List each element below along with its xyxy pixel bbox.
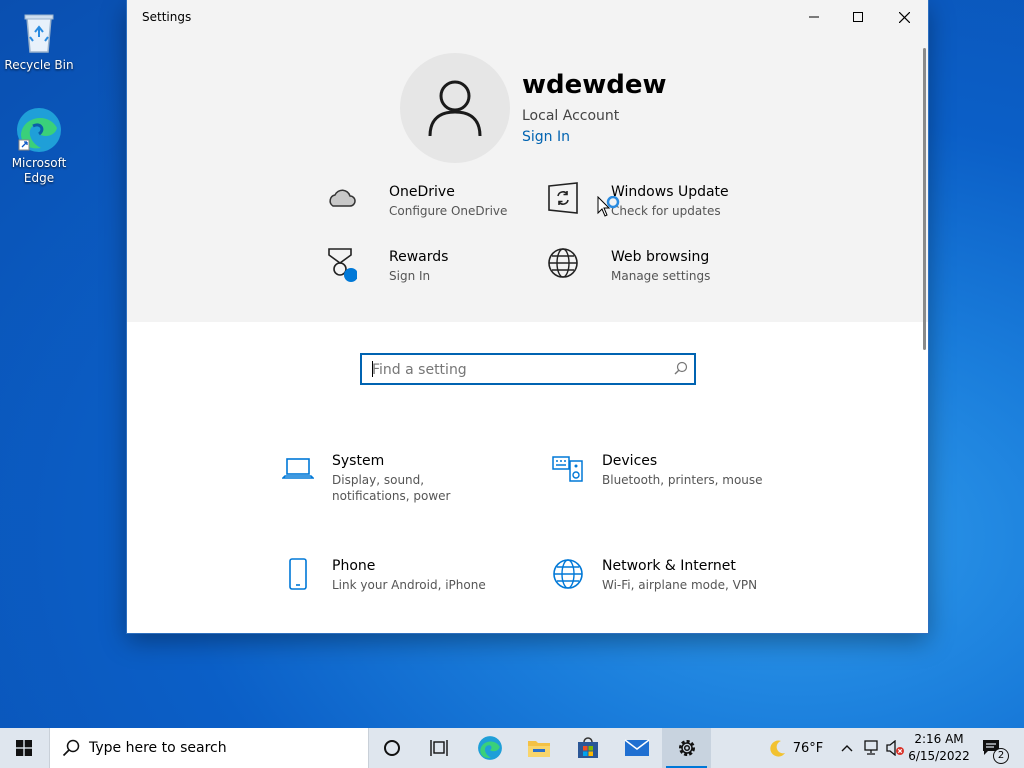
user-icon <box>428 80 482 137</box>
close-icon <box>898 11 910 23</box>
start-button[interactable] <box>0 728 48 768</box>
cortana-button[interactable] <box>368 728 416 768</box>
category-title: Network & Internet <box>602 558 736 574</box>
quick-link-subtitle: Configure OneDrive <box>389 204 508 218</box>
title-bar[interactable]: Settings <box>127 0 928 34</box>
clock-time: 2:16 AM <box>914 732 964 746</box>
keyboard-speaker-icon <box>552 456 583 482</box>
taskbar-mail-button[interactable] <box>613 728 661 768</box>
category-title: Devices <box>602 453 658 469</box>
account-header: wdewdew Local Account Sign In OneDrive C… <box>127 34 928 322</box>
username: wdewdew <box>522 70 667 100</box>
quick-link-title: Rewards <box>389 249 449 265</box>
network-icon <box>864 740 878 755</box>
scrollbar[interactable] <box>923 48 926 350</box>
weather-temperature: 76°F <box>792 740 824 756</box>
network-status-button[interactable] <box>860 728 882 768</box>
quick-link-title: OneDrive <box>389 184 455 200</box>
recycle-bin-icon <box>15 8 63 56</box>
show-hidden-icons-button[interactable] <box>838 728 856 768</box>
windows-logo-icon <box>16 740 32 756</box>
quick-link-subtitle: Sign In <box>389 269 431 283</box>
laptop-icon <box>282 458 314 479</box>
taskbar-clock[interactable]: 2:16 AM 6/15/2022 <box>905 731 973 765</box>
cortana-circle-icon <box>384 740 400 756</box>
taskbar: Type here to search 76°F 2:16 AM 6/15/20… <box>0 728 1024 768</box>
mouse-cursor-icon <box>597 196 620 217</box>
avatar[interactable] <box>400 53 510 163</box>
close-button[interactable] <box>881 0 927 34</box>
taskbar-store-button[interactable] <box>564 728 612 768</box>
category-subtitle: Wi-Fi, airplane mode, VPN <box>602 578 758 592</box>
search-icon[interactable] <box>674 361 688 375</box>
quick-link-onedrive[interactable]: OneDrive Configure OneDrive <box>325 182 535 226</box>
globe-icon <box>548 248 578 278</box>
cloud-icon <box>329 189 356 207</box>
minimize-button[interactable] <box>791 0 837 34</box>
volume-button[interactable] <box>884 728 906 768</box>
task-view-icon <box>430 740 448 756</box>
taskbar-search-box[interactable]: Type here to search <box>49 728 369 768</box>
sign-in-link[interactable]: Sign In <box>522 129 570 145</box>
quick-link-rewards[interactable]: Rewards Sign In <box>325 247 535 291</box>
quick-link-subtitle: Manage settings <box>611 269 711 283</box>
settings-search-input[interactable] <box>370 359 664 381</box>
refresh-icon <box>548 182 578 214</box>
edge-icon <box>15 106 63 154</box>
category-title: System <box>332 453 385 469</box>
desktop-icon-edge[interactable]: Microsoft Edge <box>3 106 75 186</box>
weather-widget[interactable]: 76°F <box>764 728 828 768</box>
window-title: Settings <box>142 10 192 24</box>
category-subtitle: Bluetooth, printers, mouse <box>602 473 763 487</box>
settings-search-box[interactable] <box>360 353 696 385</box>
maximize-button[interactable] <box>835 0 881 34</box>
category-subtitle: Display, sound, notifications, power <box>332 473 451 503</box>
folder-icon <box>528 741 550 757</box>
action-center-button[interactable]: 2 <box>978 728 1009 768</box>
category-subtitle: Link your Android, iPhone <box>332 578 486 592</box>
mail-icon <box>624 739 650 756</box>
volume-muted-icon <box>886 740 904 756</box>
desktop-icon-label: Microsoft Edge <box>11 156 67 185</box>
quick-link-title: Windows Update <box>611 184 729 200</box>
desktop-icon-recycle-bin[interactable]: Recycle Bin <box>3 8 75 73</box>
quick-link-subtitle: Check for updates <box>611 204 721 218</box>
settings-window: Settings wdewdew Local Account Sign In O… <box>127 0 928 633</box>
desktop-icon-label: Recycle Bin <box>4 58 74 72</box>
store-bag-icon <box>578 737 598 758</box>
quick-link-web-browsing[interactable]: Web browsing Manage settings <box>547 247 757 291</box>
minimize-icon <box>809 16 819 18</box>
taskbar-settings-button[interactable] <box>662 728 711 768</box>
globe-icon <box>553 559 583 589</box>
moon-icon <box>770 740 785 757</box>
chevron-up-icon <box>841 745 853 752</box>
quick-link-windows-update[interactable]: Windows Update Check for updates <box>547 182 757 226</box>
search-icon <box>62 739 80 757</box>
taskbar-file-explorer-button[interactable] <box>515 728 563 768</box>
task-view-button[interactable] <box>416 728 464 768</box>
maximize-icon <box>853 12 863 22</box>
trophy-icon <box>328 248 357 282</box>
edge-icon <box>478 736 502 760</box>
phone-icon <box>289 558 307 590</box>
category-title: Phone <box>332 558 376 574</box>
quick-link-title: Web browsing <box>611 249 710 265</box>
notification-count-badge: 2 <box>993 748 1009 764</box>
clock-date: 6/15/2022 <box>908 749 970 763</box>
account-type: Local Account <box>522 108 620 124</box>
taskbar-search-text: Type here to search <box>89 740 227 756</box>
taskbar-edge-button[interactable] <box>466 728 514 768</box>
gear-icon <box>678 740 695 756</box>
